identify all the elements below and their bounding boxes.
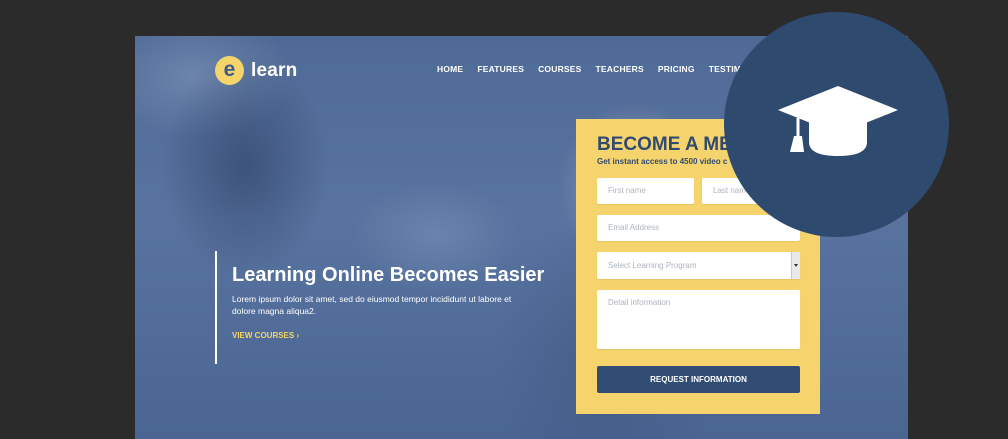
select-arrow-icon[interactable] — [791, 252, 800, 279]
nav-pricing[interactable]: PRICING — [658, 64, 695, 74]
view-courses-link[interactable]: VIEW COURSES › — [232, 331, 299, 340]
details-placeholder: Detail information — [608, 298, 671, 307]
last-name-placeholder: Last nam — [713, 186, 746, 195]
main-nav: HOME FEATURES COURSES TEACHERS PRICING T… — [437, 64, 769, 74]
first-name-placeholder: First name — [608, 186, 646, 195]
program-placeholder: Select Learning Program — [608, 261, 697, 270]
nav-teachers[interactable]: TEACHERS — [596, 64, 644, 74]
detail-information-textarea[interactable]: Detail information — [597, 290, 800, 349]
hero-text: Lorem ipsum dolor sit amet, sed do eiusm… — [232, 294, 512, 316]
nav-home[interactable]: HOME — [437, 64, 463, 74]
logo-mark-letter: e — [223, 57, 236, 81]
form-subtitle: Get instant access to 4500 video c — [597, 157, 728, 166]
brand-logo[interactable]: e learn — [215, 56, 297, 85]
graduation-cap-icon — [778, 86, 898, 156]
course-badge — [724, 12, 949, 237]
hero-accent-bar — [215, 251, 217, 364]
nav-features[interactable]: FEATURES — [477, 64, 524, 74]
email-input[interactable]: Email Address — [597, 215, 800, 241]
hero-title: Learning Online Becomes Easier — [232, 264, 545, 286]
request-information-button[interactable]: REQUEST INFORMATION — [597, 366, 800, 393]
logo-e-icon: e — [215, 56, 244, 85]
first-name-input[interactable]: First name — [597, 178, 694, 204]
learning-program-select[interactable]: Select Learning Program — [597, 252, 800, 279]
nav-courses[interactable]: COURSES — [538, 64, 581, 74]
brand-name: learn — [251, 59, 298, 81]
email-placeholder: Email Address — [608, 223, 660, 232]
